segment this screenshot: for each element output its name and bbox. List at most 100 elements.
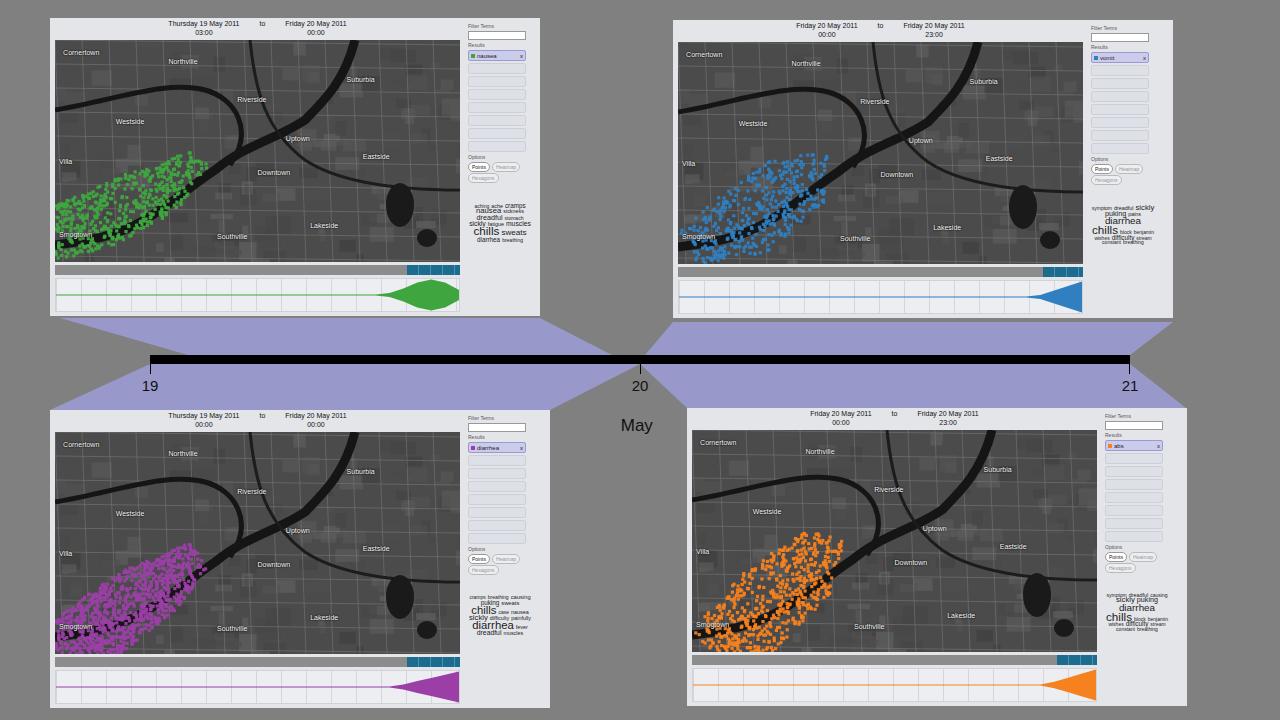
empty-slot[interactable] [468, 102, 526, 113]
word-cloud: crampsbreathingcausingpukingsweatschills… [468, 595, 532, 636]
empty-slot[interactable] [1105, 466, 1163, 477]
cloud-word: nausea [511, 610, 529, 614]
option-button[interactable]: Heatmap [492, 554, 520, 564]
empty-slot[interactable] [1091, 117, 1149, 128]
cloud-word: benjamin [1148, 617, 1168, 621]
time-range-slider[interactable] [678, 267, 1083, 277]
time-range-fill[interactable] [407, 657, 460, 667]
option-button[interactable]: Hexagons [1105, 563, 1136, 573]
remove-button[interactable]: x [1157, 443, 1160, 449]
option-button[interactable]: Points [1105, 552, 1127, 562]
empty-slot[interactable] [1105, 505, 1163, 516]
empty-slot[interactable] [468, 481, 526, 492]
map-image [692, 430, 1097, 652]
keyword: nausea [477, 53, 518, 59]
keyword-chip[interactable]: nauseax [468, 50, 526, 61]
filter-input[interactable] [1091, 33, 1149, 42]
to-date: Friday 20 May 2011 [903, 22, 964, 31]
empty-slot[interactable] [468, 507, 526, 518]
options: PointsHeatmapHexagons [1091, 164, 1151, 185]
map-label: Southville [840, 235, 870, 242]
filter-label: Filter Terms [1105, 413, 1167, 419]
option-button[interactable]: Points [1091, 164, 1113, 174]
empty-slot[interactable] [468, 494, 526, 505]
main-area: Friday 20 May 2011toFriday 20 May 201100… [692, 410, 1097, 702]
remove-button[interactable]: x [1143, 55, 1146, 61]
option-button[interactable]: Heatmap [1129, 552, 1157, 562]
map-label: Northville [168, 450, 197, 457]
empty-slot[interactable] [1091, 143, 1149, 154]
option-button[interactable]: Hexagons [468, 173, 499, 183]
timeline-tick [1129, 364, 1130, 374]
filter-input[interactable] [468, 31, 526, 40]
keyword-chip[interactable]: vomitx [1091, 52, 1149, 63]
empty-slot[interactable] [468, 468, 526, 479]
map-view[interactable]: CornertownNorthvilleRiversideSuburbiaWes… [692, 430, 1097, 652]
time-range-slider[interactable] [692, 655, 1097, 665]
cloud-word: constant [1116, 627, 1135, 631]
map-label: Cornertown [63, 441, 99, 448]
empty-slot[interactable] [468, 63, 526, 74]
to-time: 23:00 [903, 31, 964, 40]
time-range-fill[interactable] [1057, 655, 1098, 665]
map-label: Cornertown [63, 49, 99, 56]
results-label: Results [1105, 432, 1167, 438]
empty-slot[interactable] [468, 520, 526, 531]
cloud-word: breathing [502, 238, 523, 242]
empty-slot[interactable] [468, 533, 526, 544]
time-range-slider[interactable] [55, 657, 460, 667]
option-button[interactable]: Hexagons [1091, 175, 1122, 185]
empty-slot[interactable] [468, 455, 526, 466]
empty-slot[interactable] [468, 128, 526, 139]
map-view[interactable]: CornertownNorthvilleRiversideSuburbiaWes… [678, 42, 1083, 264]
option-button[interactable]: Heatmap [492, 162, 520, 172]
filter-input[interactable] [468, 423, 526, 432]
time-range-fill[interactable] [1043, 267, 1084, 277]
from-date: Friday 20 May 2011 [810, 410, 871, 419]
app-window: Thursday 19 May 2011toFriday 20 May 2011… [50, 18, 540, 316]
cloud-word: block [1134, 617, 1146, 621]
empty-slot[interactable] [1091, 78, 1149, 89]
map-view[interactable]: CornertownNorthvilleRiversideSuburbiaWes… [55, 432, 460, 654]
filter-input[interactable] [1105, 421, 1163, 430]
map-label: Northville [168, 58, 197, 65]
empty-slot[interactable] [1091, 91, 1149, 102]
empty-slot[interactable] [468, 89, 526, 100]
keyword: vomit [1100, 55, 1141, 61]
map-label: Smogtown [682, 233, 715, 240]
event-points [55, 543, 207, 654]
empty-slot[interactable] [1091, 65, 1149, 76]
empty-slot[interactable] [468, 115, 526, 126]
keyword-chip[interactable]: diarrheax [468, 442, 526, 453]
empty-slot[interactable] [1105, 518, 1163, 529]
volume-chart [55, 670, 460, 704]
volume-series [693, 669, 1096, 701]
empty-slot[interactable] [1105, 531, 1163, 542]
empty-slot[interactable] [1091, 130, 1149, 141]
map-label: Lakeside [310, 614, 338, 621]
remove-button[interactable]: x [520, 445, 523, 451]
main-area: Friday 20 May 2011toFriday 20 May 201100… [678, 22, 1083, 314]
cloud-word: dreadful [477, 630, 502, 636]
remove-button[interactable]: x [520, 53, 523, 59]
empty-slot[interactable] [1091, 104, 1149, 115]
map-label: Downtown [895, 559, 928, 566]
map-label: Smogtown [696, 621, 729, 628]
option-button[interactable]: Heatmap [1115, 164, 1143, 174]
map-view[interactable]: CornertownNorthvilleRiversideSuburbiaWes… [55, 40, 460, 262]
option-button[interactable]: Points [468, 162, 490, 172]
empty-slot[interactable] [1105, 492, 1163, 503]
empty-slot[interactable] [468, 76, 526, 87]
option-button[interactable]: Points [468, 554, 490, 564]
empty-slot[interactable] [468, 141, 526, 152]
option-button[interactable]: Hexagons [468, 565, 499, 575]
time-range-slider[interactable] [55, 265, 460, 275]
empty-slot[interactable] [1105, 479, 1163, 490]
empty-slot[interactable] [1105, 453, 1163, 464]
sidebar: Filter TermsResultsabsxOptionsPointsHeat… [1105, 410, 1167, 702]
date-range-header: Thursday 19 May 2011toFriday 20 May 2011… [55, 412, 460, 432]
cloud-word: sweats [501, 230, 526, 237]
keyword-chip[interactable]: absx [1105, 440, 1163, 451]
from-date: Thursday 19 May 2011 [168, 20, 239, 29]
time-range-fill[interactable] [407, 265, 460, 275]
